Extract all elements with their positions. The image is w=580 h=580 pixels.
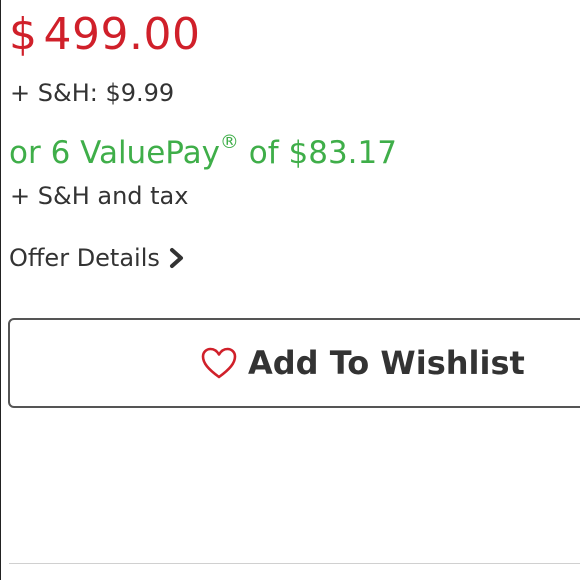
product-price: $499.00 xyxy=(9,9,200,61)
heart-outline-icon xyxy=(201,347,237,379)
divider xyxy=(9,563,580,564)
chevron-right-icon xyxy=(169,248,183,268)
tax-note: + S&H and tax xyxy=(10,182,189,210)
price-currency: $ xyxy=(9,9,38,60)
offer-details-link[interactable]: Offer Details xyxy=(9,242,186,274)
wishlist-label: Add To Wishlist xyxy=(248,344,525,382)
shipping-cost: + S&H: $9.99 xyxy=(10,79,175,107)
valuepay-prefix: or 6 ValuePay xyxy=(9,135,220,171)
add-to-wishlist-button[interactable]: Add To Wishlist xyxy=(8,318,580,408)
offer-details-label: Offer Details xyxy=(9,244,160,272)
valuepay-offer: or 6 ValuePay® of $83.17 xyxy=(9,130,397,173)
price-amount: 499.00 xyxy=(43,9,201,60)
product-price-panel: $499.00 + S&H: $9.99 or 6 ValuePay® of $… xyxy=(0,0,580,580)
valuepay-suffix: of $83.17 xyxy=(238,135,397,171)
registered-mark: ® xyxy=(219,130,239,153)
